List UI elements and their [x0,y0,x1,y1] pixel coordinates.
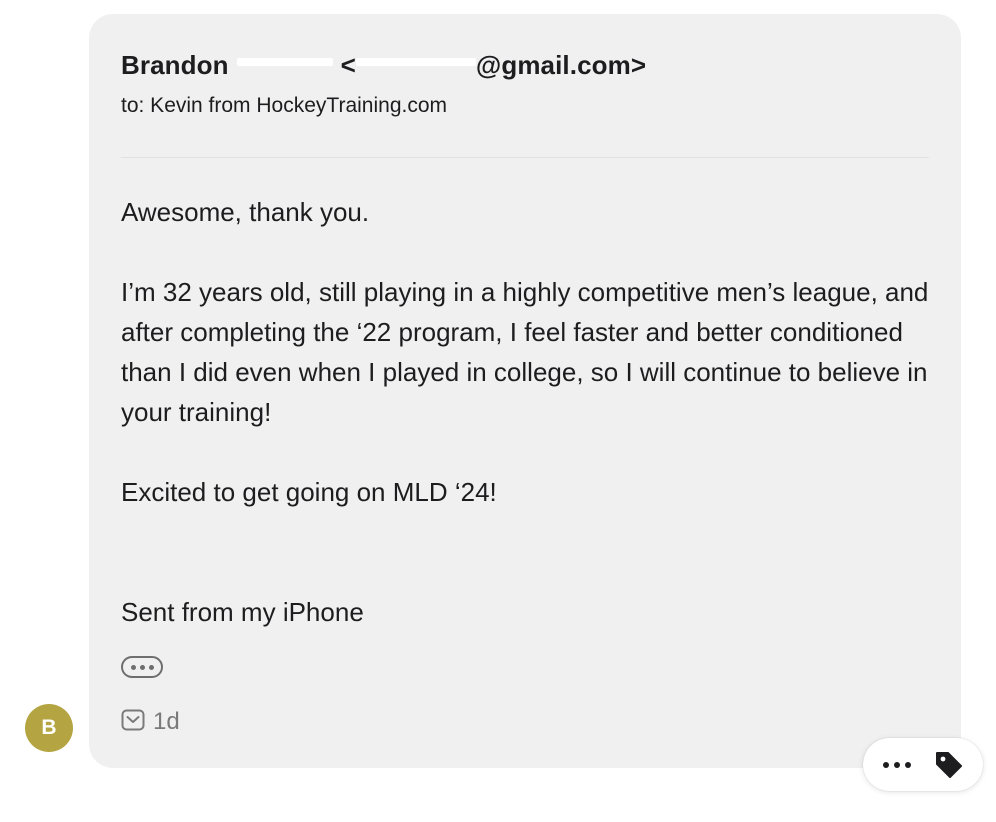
envelope-check-icon [121,709,145,736]
recipient-line[interactable]: to: Kevin from HockeyTraining.com [121,94,447,118]
sender-email-open: < [340,50,356,80]
ellipsis-pill-icon [130,664,136,670]
tag-icon [936,751,962,778]
message-card: Brandon < @gmail.com> to: Kevin from Hocke… [89,14,961,768]
avatar-initial: B [41,716,57,739]
header-divider [121,157,929,158]
message-status-row: 1d [121,708,180,736]
show-quoted-text-button[interactable] [121,656,163,678]
more-dots-icon [883,761,911,768]
signature: Sent from my iPhone [121,597,364,627]
body-paragraph: I’m 32 years old, still playing in a hig… [121,277,929,427]
sender-line: Brandon < @gmail.com> [121,50,646,81]
sender-name[interactable]: Brandon [121,50,229,80]
redacted-surname [236,58,333,67]
message-actions [863,738,983,791]
body-paragraph: Awesome, thank you. [121,197,370,227]
message-body: Awesome, thank you. I’m 32 years old, st… [121,192,933,632]
email-thread-view: Brandon < @gmail.com> to: Kevin from Hocke… [0,0,996,822]
avatar[interactable]: B [25,704,73,752]
sender-email-domain: @gmail.com> [475,50,647,80]
tag-button[interactable] [927,743,971,787]
redacted-email-user [355,58,476,67]
more-button[interactable] [875,743,919,787]
body-paragraph: Excited to get going on MLD ‘24! [121,477,497,507]
message-timestamp: 1d [153,708,180,735]
